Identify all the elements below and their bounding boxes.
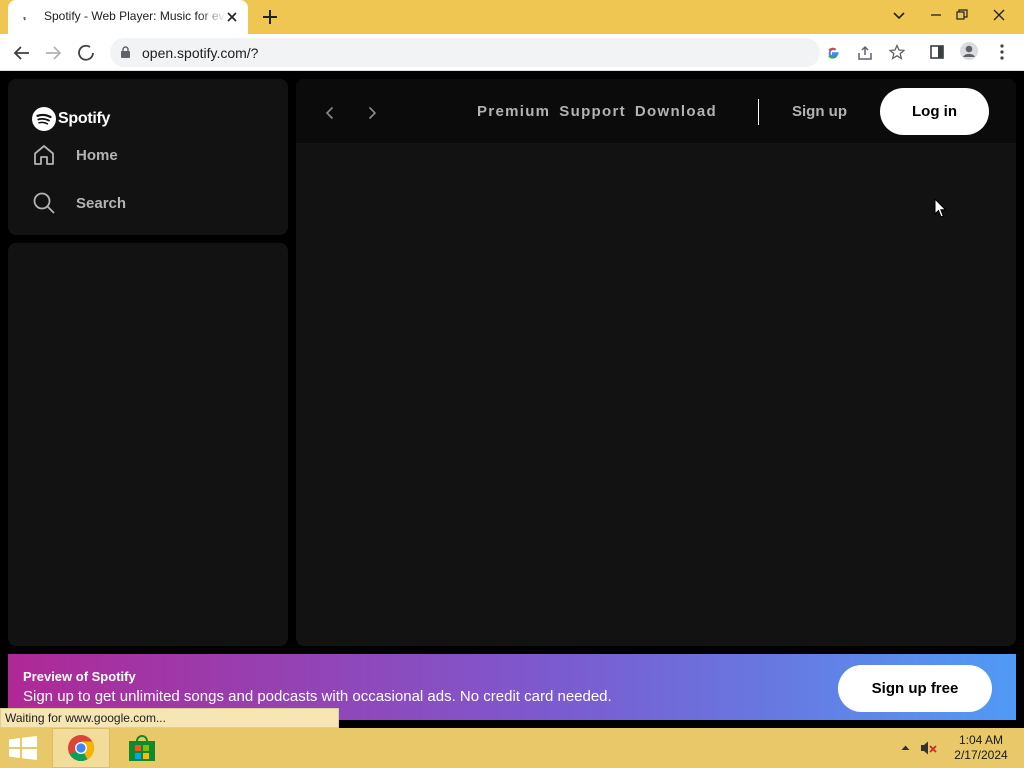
sidebar-nav: Spotify Home Search [8,79,288,235]
browser-toolbar: open.spotify.com/? [0,34,1024,71]
chevron-right-icon [368,106,377,120]
close-window-icon[interactable] [984,0,1014,30]
premium-link[interactable]: Premium [477,103,550,120]
taskbar-clock[interactable]: 1:04 AM 2/17/2024 [946,733,1016,763]
chrome-icon [68,735,95,762]
spotify-logo-text: Spotify [58,110,111,127]
back-icon[interactable] [9,40,35,66]
forward-icon[interactable] [40,40,66,66]
tab-close-icon[interactable] [224,9,240,25]
tab-title-fade [198,6,226,28]
restore-icon[interactable] [947,0,977,30]
tab-title: Spotify - Web Player: Music for everyone [44,9,224,23]
new-tab-icon[interactable] [260,7,280,27]
address-bar[interactable]: open.spotify.com/? [110,38,839,67]
top-bar: Premium Support Download Sign up Log in [296,79,1016,143]
stop-loading-icon[interactable] [73,40,99,66]
download-link[interactable]: Download [635,103,717,120]
banner-text: Sign up to get unlimited songs and podca… [23,688,612,705]
clock-date: 2/17/2024 [954,748,1008,762]
sidebar-item-search[interactable]: Search [32,189,126,217]
go-forward-button[interactable] [356,97,388,129]
go-back-button[interactable] [314,97,346,129]
sidebar-item-home[interactable]: Home [32,141,118,169]
sign-up-free-button[interactable]: Sign up free [838,665,992,712]
share-icon[interactable] [855,43,875,63]
loading-spinner-icon [23,16,26,21]
library-panel [8,243,288,646]
taskbar-store[interactable] [113,728,171,768]
sign-up-button[interactable]: Sign up [792,103,847,120]
menu-kebab-icon[interactable] [992,42,1012,62]
sidebar-item-label: Search [76,194,127,212]
spotify-page: Spotify Home Search Premium Support Down… [0,71,1024,728]
support-link[interactable]: Support [559,103,626,120]
chevron-left-icon [325,106,334,120]
search-icon [33,192,55,214]
browser-status-bubble: Waiting for www.google.com... [0,708,339,728]
banner-title: Preview of Spotify [23,669,136,684]
lock-icon [121,46,130,58]
url-text: open.spotify.com/? [142,45,259,61]
browser-tab[interactable]: Spotify - Web Player: Music for everyone [8,0,248,34]
main-content: Premium Support Download Sign up Log in [296,79,1016,646]
tab-search-chevron-icon[interactable] [884,0,914,30]
browser-tab-strip: Spotify - Web Player: Music for everyone [0,0,1024,34]
spotify-logo-icon [32,107,56,131]
volume-muted-icon[interactable] [920,740,938,756]
header-links: Premium Support Download [477,103,726,120]
side-panel-icon[interactable] [927,42,947,62]
google-icon[interactable] [823,43,843,63]
home-icon [34,145,54,165]
bookmark-star-icon[interactable] [887,42,907,62]
store-icon [129,735,155,761]
taskbar: 1:04 AM 2/17/2024 [0,728,1024,768]
clock-time: 1:04 AM [958,733,1004,747]
sidebar-item-label: Home [76,146,118,164]
taskbar-chrome[interactable] [52,728,110,768]
windows-start-icon[interactable] [8,736,38,760]
tray-chevron-up-icon[interactable] [901,744,910,751]
log-in-button[interactable]: Log in [880,88,989,135]
mouse-cursor-icon [934,198,947,218]
header-divider [758,99,759,125]
profile-avatar-icon[interactable] [959,41,979,61]
spotify-logo[interactable]: Spotify [32,107,110,131]
